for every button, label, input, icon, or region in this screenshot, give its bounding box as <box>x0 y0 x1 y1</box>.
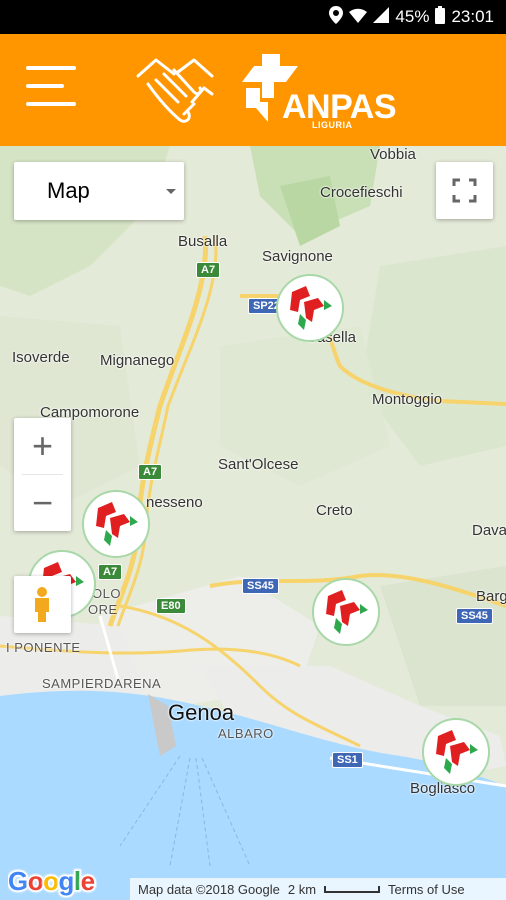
google-logo: Google <box>7 865 100 900</box>
road-shield: SS45 <box>456 608 493 624</box>
wifi-icon <box>349 7 368 28</box>
place-label: Savignone <box>262 248 333 265</box>
pegman-icon <box>35 587 49 622</box>
ambulance-marker[interactable] <box>422 718 490 786</box>
place-label: nesseno <box>146 494 203 511</box>
map-type-value: Map <box>47 178 90 203</box>
place-label: Crocefieschi <box>320 184 403 201</box>
app-bar: ANPAS LIGURIA <box>0 34 506 146</box>
handshake-icon <box>134 54 216 133</box>
map-data-text[interactable]: Map data ©2018 Google <box>138 882 280 897</box>
scale-bar <box>324 885 381 893</box>
battery-percent: 45% <box>395 7 430 26</box>
google-wordmark: Google <box>7 865 97 898</box>
anpas-marker-icon <box>96 502 138 546</box>
map-attribution: Map data ©2018 Google 2 km Terms of Use <box>130 878 506 900</box>
menu-icon-line <box>26 66 76 70</box>
ambulance-marker[interactable] <box>276 274 344 342</box>
map-view[interactable]: Vobbia Crocefieschi Busalla Savignone Ca… <box>0 146 506 900</box>
fullscreen-button[interactable] <box>436 162 493 219</box>
place-label: OLO <box>92 586 121 601</box>
road-shield: SS1 <box>332 752 363 768</box>
place-label: Barg <box>476 588 506 605</box>
fullscreen-icon <box>452 178 477 203</box>
map-type-select[interactable]: Map <box>14 162 184 220</box>
ambulance-marker[interactable] <box>312 578 380 646</box>
menu-button[interactable] <box>26 64 78 108</box>
road-shield: A7 <box>98 564 123 580</box>
clock: 23:01 <box>451 7 494 26</box>
ambulance-marker[interactable] <box>82 490 150 558</box>
signal-icon <box>373 6 390 28</box>
caret-down-icon <box>166 189 176 194</box>
place-label: I PONENTE <box>6 640 81 655</box>
city-label-genoa: Genoa <box>168 700 235 725</box>
place-label: SAMPIERDARENA <box>42 676 162 691</box>
anpas-marker-icon <box>436 730 478 774</box>
brand-region: LIGURIA <box>312 120 353 130</box>
road-shield: E80 <box>156 598 186 614</box>
road-shield: SS45 <box>242 578 279 594</box>
zoom-out-button[interactable]: − <box>14 475 71 531</box>
anpas-marker-icon <box>326 590 368 634</box>
road-shield: A7 <box>196 262 221 278</box>
road-shield: A7 <box>138 464 163 480</box>
terms-link[interactable]: Terms of Use <box>388 882 465 897</box>
zoom-in-button[interactable]: + <box>14 418 71 474</box>
anpas-marker-icon <box>290 286 332 330</box>
place-label: Dava <box>472 522 506 539</box>
street-view-button[interactable] <box>14 576 71 633</box>
location-icon <box>329 5 344 29</box>
place-label: Sant'Olcese <box>218 456 299 473</box>
menu-icon-line <box>26 102 76 106</box>
place-label: Isoverde <box>12 349 70 366</box>
zoom-controls: + − <box>14 418 71 531</box>
menu-icon-line <box>26 84 64 88</box>
place-label: Montoggio <box>372 391 443 408</box>
status-bar: 45% 23:01 <box>0 0 506 34</box>
svg-text:Google: Google <box>8 866 95 896</box>
place-label: Busalla <box>178 233 228 250</box>
place-label: ALBARO <box>218 726 274 741</box>
place-label: Vobbia <box>370 146 416 163</box>
place-label: Creto <box>316 502 353 519</box>
place-label: Mignanego <box>100 352 175 369</box>
battery-icon <box>435 5 446 29</box>
scale-text: 2 km <box>287 881 317 897</box>
